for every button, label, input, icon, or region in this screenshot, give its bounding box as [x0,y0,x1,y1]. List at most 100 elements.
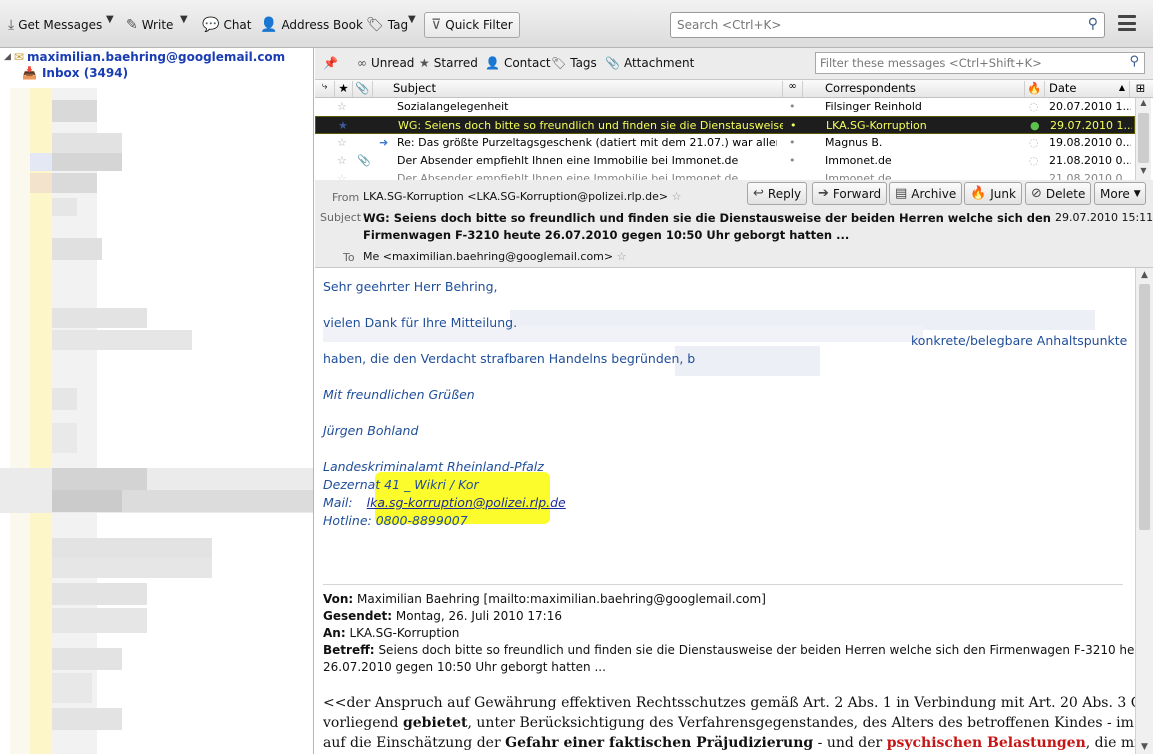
quote-to: LKA.SG-Korruption [349,626,460,640]
correspondents-column-header[interactable]: Correspondents [803,81,1025,97]
message-row[interactable]: ☆ Sozialangelegenheit • Filsinger Reinho… [315,98,1135,116]
filter-messages-input[interactable]: Filter these messages <Ctrl+Shift+K> ⚲ [815,52,1145,74]
attachment-column-icon[interactable]: 📎 [353,81,373,97]
message-body: Sehr geehrter Herr Behring, vielen Dank … [315,268,1135,754]
write-button[interactable]: ✎ Write [122,12,177,38]
unread-icon: ∞ [357,56,367,70]
get-messages-dropdown-icon[interactable]: ▼ [106,14,114,25]
date-value: 29.07.2010 15:11 [1055,211,1153,224]
delete-circle-icon: ⊘ [1031,186,1042,201]
subject-value: WG: Seiens doch bitte so freundlich und … [363,211,1051,242]
get-messages-button[interactable]: ⤓ Get Messages [4,12,106,38]
column-picker-icon[interactable]: ⊞ [1130,81,1151,97]
message-row[interactable]: ☆ Der Absender empfiehlt Ihnen eine Immo… [315,170,1135,180]
contact-icon: 👤 [485,56,500,70]
junk-status-icon[interactable]: ◌ [1029,154,1039,167]
delete-button[interactable]: ⊘ Delete [1025,182,1092,205]
search-icon[interactable]: ⚲ [1088,16,1098,32]
person-icon: 👤 [260,17,278,33]
global-search-input[interactable]: Search <Ctrl+K> ⚲ [670,12,1105,38]
star-icon[interactable]: ☆ [337,100,347,113]
account-row[interactable]: ◢ ✉ maximilian.baehring@googlemail.com [4,50,285,64]
tag-dropdown-icon[interactable]: ▼ [408,14,416,25]
forward-arrow-icon: ➔ [818,186,829,201]
more-button[interactable]: More ▼ [1094,182,1146,205]
filter-starred-button[interactable]: ★ Starred [419,56,478,70]
filter-attachment-button[interactable]: 📎 Attachment [605,56,694,70]
message-body-scrollbar[interactable]: ▲ ▼ [1135,268,1153,754]
junk-status-icon[interactable]: ● [1030,119,1040,132]
thread-column-icon[interactable]: ⤷ [315,81,335,97]
star-icon[interactable]: ★ [338,119,348,132]
redacted-block [675,346,820,376]
tag-icon: 🏷 [551,56,567,70]
scroll-down-icon[interactable]: ▼ [1136,742,1153,752]
law-paragraph-line: <<der Anspruch auf Gewährung effektiven … [323,695,1135,711]
filter-tags-button[interactable]: 🏷 Tags [551,56,597,70]
quote-sent: Montag, 26. Juli 2010 17:16 [395,609,562,623]
pixelated-folder-list [0,88,313,754]
read-dot-icon[interactable]: • [789,136,796,149]
message-row-selected[interactable]: ★ WG: Seiens doch bitte so freundlich un… [315,116,1135,134]
subject-column-header[interactable]: Subject [373,81,783,97]
law-paragraph-line: auf die Einschätzung der Gefahr einer fa… [323,735,1135,751]
quote-from: Maximilian Baehring [mailto:maximilian.b… [357,592,766,606]
scroll-thumb[interactable] [1138,113,1149,163]
search-icon[interactable]: ⚲ [1129,54,1139,69]
chat-bubble-icon: 💬 [202,17,220,33]
scroll-up-icon[interactable]: ▲ [1136,98,1151,112]
folder-pane: ◢ ✉ maximilian.baehring@googlemail.com 📥… [0,48,314,754]
filter-unread-button[interactable]: ∞ Unread [357,56,414,70]
read-dot-icon[interactable]: • [790,119,797,132]
from-value[interactable]: LKA.SG-Korruption <LKA.SG-Korruption@pol… [363,190,681,203]
star-icon: ☆ [616,250,627,263]
message-area: 📌 ∞ Unread ★ Starred 👤 Contact 🏷 Tags 📎 … [315,48,1153,754]
star-icon[interactable]: ☆ [337,154,347,167]
junk-button[interactable]: 🔥 Junk [964,182,1022,205]
date-column-header[interactable]: Date ▲ [1045,81,1130,97]
chat-button[interactable]: 💬 Chat [198,12,255,38]
quick-filter-bar: 📌 ∞ Unread ★ Starred 👤 Contact 🏷 Tags 📎 … [315,48,1153,80]
star-column-icon[interactable]: ★ [335,81,353,97]
scroll-down-icon[interactable]: ▼ [1136,166,1151,180]
scroll-up-icon[interactable]: ▲ [1136,270,1153,280]
main-toolbar: ⤓ Get Messages ▼ ✎ Write ▼ 💬 Chat 👤 Addr… [0,0,1153,48]
message-header: From LKA.SG-Korruption <LKA.SG-Korruptio… [315,180,1153,268]
junk-status-icon[interactable]: ◌ [1029,136,1039,149]
app-menu-icon[interactable] [1118,15,1136,31]
star-icon[interactable]: ☆ [337,136,347,149]
replied-arrow-icon: ➜ [379,136,389,149]
tag-button[interactable]: 🏷 Tag [362,12,412,38]
thread-scrollbar[interactable]: ▲ ▼ [1135,98,1151,180]
reply-button[interactable]: ↩ Reply [747,182,808,205]
quote-separator [323,584,1123,585]
message-row[interactable]: ☆ 📎 Der Absender empfiehlt Ihnen eine Im… [315,152,1135,170]
write-dropdown-icon[interactable]: ▼ [180,14,188,25]
thread-column-header: ⤷ ★ 📎 Subject ∞ Correspondents 🔥 Date ▲ ⊞ [315,80,1153,98]
junk-status-icon[interactable]: ◌ [1029,100,1039,113]
read-column-icon[interactable]: ∞ [783,81,803,97]
junk-column-icon[interactable]: 🔥 [1025,81,1045,97]
email-link[interactable]: lka.sg-korruption@polizei.rlp.de [367,495,566,510]
funnel-icon: ⊽ [431,17,442,33]
to-value[interactable]: Me <maximilian.baehring@googlemail.com> … [363,250,626,263]
account-icon: ✉ [13,50,24,64]
thunderbird-window: ⤓ Get Messages ▼ ✎ Write ▼ 💬 Chat 👤 Addr… [0,0,1153,754]
address-book-button[interactable]: 👤 Address Book [256,12,367,38]
message-row[interactable]: ☆ ➜ Re: Das größte Purzeltagsgeschenk (d… [315,134,1135,152]
quick-filter-button[interactable]: ⊽ Quick Filter [424,12,520,38]
filter-contact-button[interactable]: 👤 Contact [485,56,551,70]
star-icon: ☆ [671,190,682,203]
folder-inbox[interactable]: 📥 Inbox (3494) [22,66,128,80]
sticky-pin-icon[interactable]: 📌 [323,56,338,70]
read-dot-icon[interactable]: • [789,100,796,113]
star-icon[interactable]: ☆ [337,172,347,180]
reply-arrow-icon: ↩ [753,186,764,201]
read-dot-icon[interactable]: • [789,154,796,167]
tag-icon: 🏷 [366,17,384,33]
forward-button[interactable]: ➔ Forward [812,182,888,205]
archive-button[interactable]: ▤ Archive [889,182,963,205]
collapse-triangle-icon[interactable]: ◢ [4,52,11,62]
scroll-thumb[interactable] [1139,284,1150,530]
law-paragraph-line: vorliegend gebietet, unter Berücksichtig… [323,715,1135,731]
